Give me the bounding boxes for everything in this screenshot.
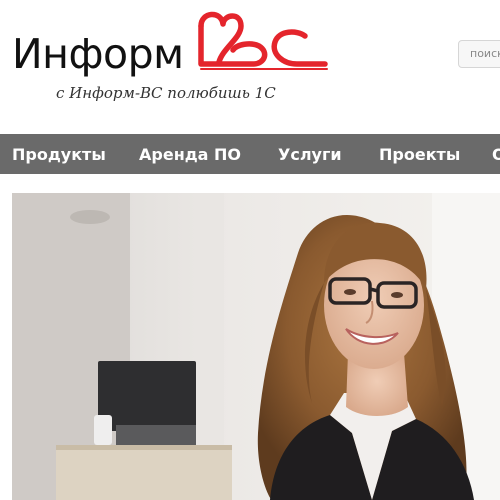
site-logo[interactable]: Информ с Информ-ВС полюбишь 1С	[10, 6, 330, 102]
nav-item-services[interactable]: Услуги	[278, 134, 342, 174]
search-input[interactable]: поиск	[458, 40, 500, 68]
logo-wordmark: Информ	[12, 30, 184, 78]
main-navigation: Продукты Аренда ПО Услуги Проекты О	[0, 134, 500, 174]
hero-banner-image[interactable]	[12, 193, 500, 500]
logo-heart-vs-mark	[198, 11, 328, 70]
page: Информ с Информ-ВС полюбишь 1С поиск Про…	[0, 0, 500, 500]
nav-item-products[interactable]: Продукты	[12, 134, 106, 174]
nav-item-more[interactable]: О	[492, 134, 500, 174]
logo-tagline: с Информ-ВС полюбишь 1С	[56, 84, 276, 102]
nav-item-software-rental[interactable]: Аренда ПО	[139, 134, 241, 174]
nav-item-projects[interactable]: Проекты	[379, 134, 460, 174]
hero-photo-woman-icon	[12, 193, 500, 500]
